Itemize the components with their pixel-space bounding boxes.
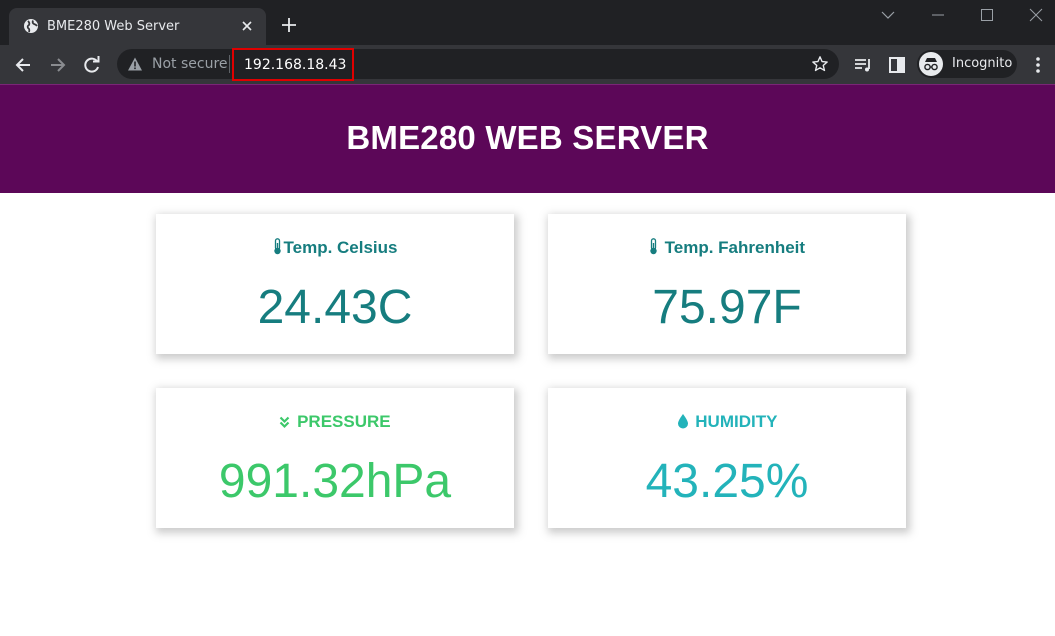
- card-title-text: Temp. Celsius: [283, 238, 398, 257]
- card-title: Temp. Fahrenheit: [548, 238, 906, 258]
- droplet-icon: [677, 414, 688, 429]
- incognito-profile-button[interactable]: Incognito: [917, 50, 1017, 78]
- temperature-celsius-reading: 24.43C: [257, 281, 413, 334]
- humidity-reading: 43.25%: [645, 455, 809, 508]
- menu-kebab-icon[interactable]: [1028, 55, 1048, 75]
- page-header: BME280 WEB SERVER: [0, 84, 1055, 193]
- pressure-reading: 991.32hPa: [218, 455, 452, 508]
- angles-down-icon: [280, 416, 290, 429]
- tab-title: BME280 Web Server: [47, 19, 180, 34]
- address-bar[interactable]: Not secure 192.168.18.43: [117, 48, 839, 81]
- card-title-text: HUMIDITY: [695, 412, 778, 431]
- security-label[interactable]: Not secure: [152, 56, 228, 72]
- pressure-card: PRESSURE 991.32hPa: [156, 388, 514, 528]
- close-window-icon[interactable]: [1028, 7, 1044, 23]
- minimize-icon[interactable]: [930, 7, 946, 23]
- incognito-icon: [919, 52, 943, 76]
- thermometer-icon: [273, 238, 281, 255]
- bookmark-star-icon[interactable]: [811, 55, 829, 73]
- card-title: PRESSURE: [156, 412, 514, 432]
- forward-icon[interactable]: [48, 55, 68, 75]
- fahrenheit-card: Temp. Fahrenheit 75.97F: [548, 214, 906, 354]
- url-highlight: 192.168.18.43: [232, 48, 354, 81]
- maximize-icon[interactable]: [979, 7, 995, 23]
- card-title: Temp. Celsius: [156, 238, 514, 258]
- divider: [229, 55, 230, 73]
- celsius-card: Temp. Celsius 24.43C: [156, 214, 514, 354]
- page-title: BME280 WEB SERVER: [346, 119, 709, 156]
- close-tab-icon[interactable]: [240, 19, 254, 33]
- tab-strip: BME280 Web Server: [0, 0, 1055, 45]
- card-title: HUMIDITY: [548, 412, 906, 432]
- back-icon[interactable]: [13, 55, 33, 75]
- warning-icon[interactable]: [127, 56, 143, 72]
- tab-search-icon[interactable]: [880, 7, 896, 23]
- card-title-text: PRESSURE: [297, 412, 391, 431]
- profile-label: Incognito: [952, 56, 1013, 71]
- globe-icon: [24, 19, 38, 33]
- thermometer-icon: [650, 238, 657, 255]
- side-panel-icon[interactable]: [887, 55, 907, 75]
- browser-toolbar: Not secure 192.168.18.43 Incognito: [0, 45, 1055, 84]
- media-controls-icon[interactable]: [853, 55, 873, 75]
- url-text[interactable]: 192.168.18.43: [244, 57, 346, 73]
- humidity-card: HUMIDITY 43.25%: [548, 388, 906, 528]
- reload-icon[interactable]: [82, 55, 102, 75]
- new-tab-icon[interactable]: [281, 17, 297, 33]
- temperature-fahrenheit-reading: 75.97F: [652, 281, 802, 334]
- browser-tab[interactable]: BME280 Web Server: [9, 8, 266, 45]
- card-title-text: Temp. Fahrenheit: [664, 238, 806, 257]
